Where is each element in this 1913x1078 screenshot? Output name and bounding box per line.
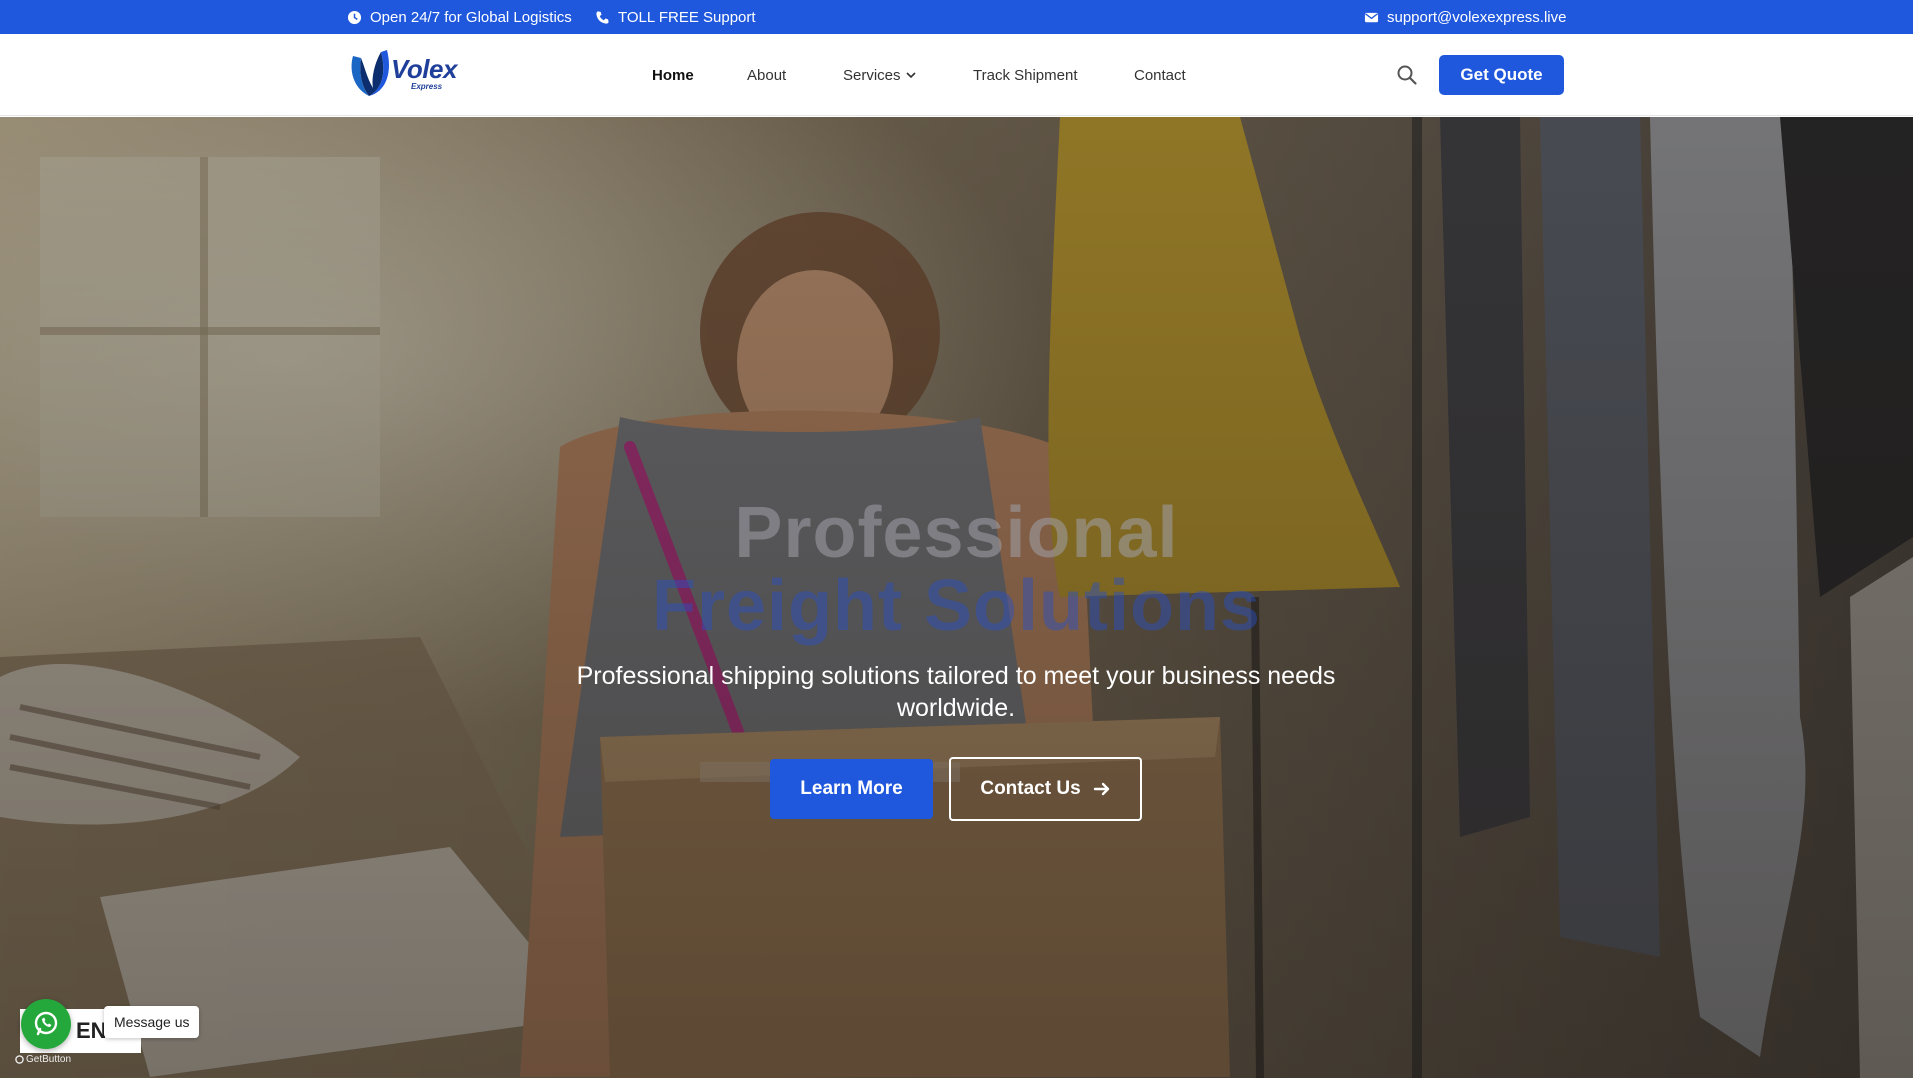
mail-icon bbox=[1364, 12, 1379, 22]
hero-title-line2: Freight Solutions bbox=[652, 566, 1261, 646]
email-text: support@volexexpress.live bbox=[1387, 8, 1567, 26]
getbutton-credit[interactable]: GetButton bbox=[15, 1054, 71, 1065]
hero-title-line1: Professional bbox=[734, 493, 1179, 573]
hours-text: Open 24/7 for Global Logistics bbox=[370, 8, 572, 26]
logo[interactable]: Volex Express bbox=[347, 48, 457, 98]
phone-text: TOLL FREE Support bbox=[618, 8, 756, 26]
top-bar: Open 24/7 for Global Logistics TOLL FREE… bbox=[0, 0, 1913, 34]
main-header: Volex Express Home About Services Track … bbox=[0, 34, 1913, 116]
learn-more-button[interactable]: Learn More bbox=[770, 759, 933, 819]
getbutton-icon bbox=[15, 1055, 24, 1064]
logo-subtitle: Express bbox=[411, 82, 443, 91]
search-button[interactable] bbox=[1396, 64, 1418, 86]
nav-about[interactable]: About bbox=[747, 67, 786, 84]
whatsapp-button[interactable] bbox=[21, 999, 71, 1049]
contact-us-label: Contact Us bbox=[980, 778, 1081, 799]
nav-services-label: Services bbox=[843, 66, 901, 84]
clock-icon bbox=[347, 10, 362, 24]
search-icon bbox=[1397, 65, 1417, 85]
hero-section: Professional Freight Solutions Professio… bbox=[0, 117, 1913, 1078]
getbutton-text: GetButton bbox=[26, 1054, 72, 1065]
phone-icon bbox=[596, 10, 609, 24]
hours-info: Open 24/7 for Global Logistics bbox=[347, 0, 572, 34]
nav-services[interactable]: Services bbox=[843, 67, 917, 84]
nav-home[interactable]: Home bbox=[652, 67, 694, 84]
arrow-right-icon bbox=[1093, 782, 1109, 796]
logo-wordmark: Volex bbox=[391, 54, 457, 84]
nav-contact[interactable]: Contact bbox=[1134, 67, 1186, 84]
nav-track-shipment[interactable]: Track Shipment bbox=[973, 67, 1077, 84]
phone-info[interactable]: TOLL FREE Support bbox=[595, 0, 756, 34]
hero-subtitle: Professional shipping solutions tailored… bbox=[576, 662, 1336, 722]
chevron-down-icon bbox=[905, 72, 916, 79]
volex-logo-mark bbox=[351, 50, 389, 96]
get-quote-button[interactable]: Get Quote bbox=[1439, 55, 1564, 95]
message-us-tooltip[interactable]: Message us bbox=[104, 1006, 200, 1038]
contact-us-button[interactable]: Contact Us bbox=[949, 757, 1142, 821]
whatsapp-icon bbox=[34, 1011, 58, 1036]
email-info[interactable]: support@volexexpress.live bbox=[1364, 0, 1566, 34]
